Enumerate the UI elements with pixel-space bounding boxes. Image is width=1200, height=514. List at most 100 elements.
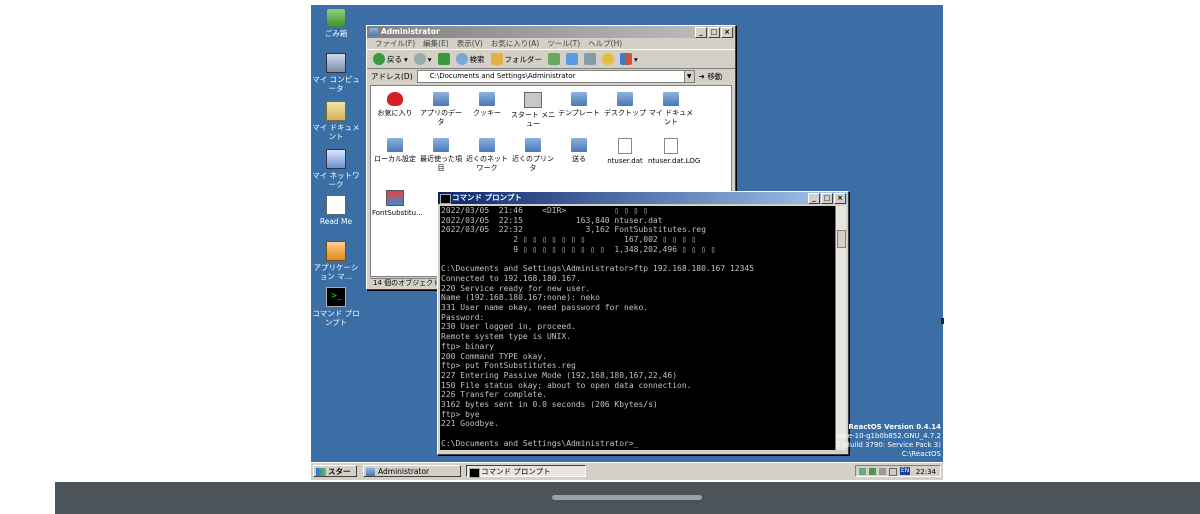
scrollbar-thumb[interactable] <box>837 230 846 248</box>
back-button[interactable]: 戻る ▾ <box>373 53 408 65</box>
file-item[interactable]: クッキー <box>464 92 510 118</box>
back-arrow-icon <box>373 53 385 65</box>
task-label: コマンド プロンプト <box>481 467 551 476</box>
maximize-button[interactable]: □ <box>708 27 720 38</box>
command-prompt-icon <box>440 194 451 204</box>
file-item[interactable]: ntuser.dat <box>602 138 648 166</box>
chevron-down-icon[interactable]: ▼ <box>683 71 694 82</box>
command-prompt-icon: >_ <box>326 287 346 307</box>
folder-icon <box>525 138 541 152</box>
file-icon <box>618 138 632 154</box>
menu-tools[interactable]: ツール(T) <box>547 38 580 49</box>
forward-button[interactable]: ▾ <box>413 53 432 65</box>
file-name: 最近使った項目 <box>420 155 462 172</box>
file-item[interactable]: マイ ドキュメント <box>648 92 694 127</box>
cmd-titlebar[interactable]: コマンド プロンプト _ □ × <box>438 192 848 204</box>
file-name: テンプレート <box>558 109 600 117</box>
file-item[interactable]: お気に入り <box>372 92 418 118</box>
file-name: FontSubstitu... <box>372 209 423 217</box>
folder-icon <box>571 138 587 152</box>
file-item[interactable]: 近くのプリンタ <box>510 138 556 173</box>
search-button[interactable]: 検索 <box>455 53 485 65</box>
taskbar-button-explorer[interactable]: Administrator <box>363 465 461 477</box>
desktop-icon-label: ごみ箱 <box>324 29 348 38</box>
views-button[interactable]: ▾ <box>620 53 638 65</box>
desktop-icon-readme[interactable]: Read Me <box>311 195 361 226</box>
file-item[interactable]: 近くのネットワーク <box>464 138 510 173</box>
forward-arrow-icon <box>413 53 426 65</box>
undo-button[interactable] <box>602 53 615 65</box>
edge-marker <box>941 318 944 324</box>
taskbar-button-command-prompt[interactable]: コマンド プロンプト <box>466 465 586 478</box>
volume-tray-icon[interactable] <box>879 468 886 475</box>
console-line: 9 ▯ ▯ ▯ ▯ ▯ ▯ ▯ ▯ ▯ 1,348,202,496 ▯ ▯ ▯ … <box>441 244 716 254</box>
file-item[interactable]: 送る <box>556 138 602 164</box>
clock[interactable]: 22:34 <box>916 466 936 478</box>
file-item[interactable]: FontSubstitu... <box>372 190 423 218</box>
console-line: 150 File status okay; about to open data… <box>441 380 692 390</box>
menu-view[interactable]: 表示(V) <box>457 38 483 49</box>
go-button[interactable]: ➜ 移動 <box>699 71 723 82</box>
console-line: 2 ▯ ▯ ▯ ▯ ▯ ▯ ▯ 167,002 ▯ ▯ ▯ ▯ <box>441 235 697 245</box>
console-line: 221 Goodbye. <box>441 419 499 429</box>
menu-favorites[interactable]: お気に入り(A) <box>491 38 539 49</box>
explorer-titlebar[interactable]: Administrator _ □ × <box>367 26 735 38</box>
address-bar: アドレス(D) C:\Documents and Settings\Admini… <box>367 69 735 84</box>
file-name: ローカル設定 <box>374 155 416 163</box>
file-item[interactable]: アプリのデータ <box>418 92 464 127</box>
version-line: ReactOS Version 0.4.14 <box>848 423 941 431</box>
folder-icon <box>479 92 495 106</box>
start-button[interactable]: スタート <box>313 465 357 480</box>
registry-file-icon <box>386 190 404 206</box>
file-name: クッキー <box>473 109 501 117</box>
desktop-icon-my-computer[interactable]: マイ コンピュータ <box>311 53 361 93</box>
file-name: ntuser.dat.LOG <box>648 157 701 165</box>
move-to-button[interactable] <box>548 53 561 65</box>
close-button[interactable]: × <box>834 193 846 204</box>
readme-icon <box>326 195 346 215</box>
file-item[interactable]: スタート メニュー <box>510 92 556 129</box>
recycle-bin-icon <box>327 9 345 27</box>
folders-button[interactable]: フォルダー <box>490 53 542 65</box>
copy-to-button[interactable] <box>566 53 579 65</box>
file-item[interactable]: デスクトップ <box>602 92 648 118</box>
delete-button[interactable] <box>584 53 597 65</box>
console-line: C:\Documents and Settings\Administrator>… <box>441 438 639 448</box>
folders-icon <box>490 53 503 65</box>
minimize-button[interactable]: _ <box>808 193 820 204</box>
language-indicator[interactable]: EN <box>900 467 911 475</box>
start-logo-icon <box>316 468 326 476</box>
display-tray-icon[interactable] <box>889 468 897 476</box>
vertical-scrollbar[interactable] <box>835 206 846 450</box>
menu-help[interactable]: ヘルプ(H) <box>588 38 622 49</box>
address-input[interactable]: C:\Documents and Settings\Administrator … <box>416 70 695 83</box>
menu-edit[interactable]: 編集(E) <box>423 38 449 49</box>
file-item[interactable]: ローカル設定 <box>372 138 418 164</box>
console-line: 2022/03/05 22:32 3,162 FontSubstitutes.r… <box>441 225 706 235</box>
command-prompt-window[interactable]: コマンド プロンプト _ □ × 2022/03/05 21:46 <DIR> … <box>437 191 849 455</box>
file-item[interactable]: 最近使った項目 <box>418 138 464 173</box>
close-button[interactable]: × <box>721 27 733 38</box>
go-label: 移動 <box>707 72 723 81</box>
console-line: 226 Transfer complete. <box>441 390 547 400</box>
minimize-button[interactable]: _ <box>695 27 707 38</box>
maximize-button[interactable]: □ <box>821 193 833 204</box>
desktop-icon-app-manager[interactable]: アプリケーション マ… <box>311 241 361 281</box>
desktop-icon-command-prompt[interactable]: >_ コマンド プロンプト <box>311 287 361 327</box>
console-output[interactable]: 2022/03/05 21:46 <DIR> ▯ ▯ ▯ ▯ 2022/03/05… <box>440 206 835 450</box>
home-indicator[interactable] <box>552 495 702 500</box>
file-item[interactable]: テンプレート <box>556 92 602 118</box>
menu-file[interactable]: ファイル(F) <box>375 38 415 49</box>
views-icon <box>620 53 633 65</box>
desktop-icon-my-network[interactable]: マイ ネットワーク <box>311 149 361 189</box>
folder-icon <box>571 92 587 106</box>
folder-icon <box>369 28 378 36</box>
app-manager-icon <box>326 241 346 261</box>
up-button[interactable] <box>437 53 450 65</box>
network-tray-icon[interactable] <box>859 468 866 475</box>
file-item[interactable]: ntuser.dat.LOG <box>648 138 700 166</box>
desktop-icon-recycle-bin[interactable]: ごみ箱 <box>311 9 361 38</box>
desktop-icon-my-documents[interactable]: マイ ドキュメント <box>311 101 361 141</box>
safely-remove-tray-icon[interactable] <box>869 468 876 475</box>
